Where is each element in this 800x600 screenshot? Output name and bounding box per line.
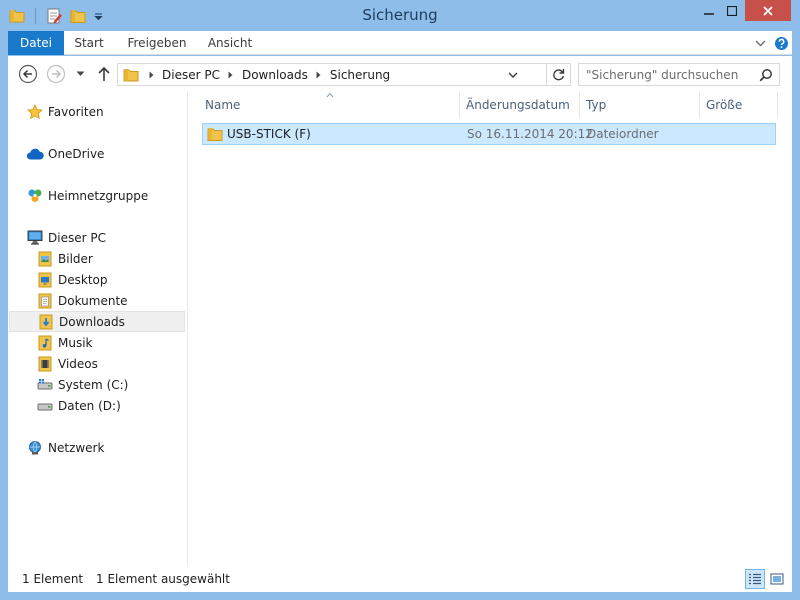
maximize-button[interactable]: [719, 0, 745, 21]
nav-label: Videos: [58, 356, 98, 371]
status-item-count: 1 Element: [22, 572, 84, 586]
column-header-size[interactable]: Größe: [706, 92, 766, 118]
chevron-down-icon[interactable]: [504, 65, 522, 84]
documents-folder-icon: [36, 292, 54, 310]
nav-label: Favoriten: [48, 104, 104, 119]
tab-start[interactable]: Start: [68, 31, 110, 55]
homegroup-icon: [26, 187, 44, 205]
nav-label: OneDrive: [48, 146, 105, 161]
nav-item-dokumente[interactable]: Dokumente: [9, 290, 185, 311]
videos-folder-icon: [36, 355, 54, 373]
drive-icon: [36, 397, 54, 415]
window-title: Sicherung: [362, 6, 438, 24]
column-separator[interactable]: [459, 92, 460, 118]
nav-label: Musik: [58, 335, 93, 350]
breadcrumb-sicherung[interactable]: Sicherung: [326, 68, 394, 82]
navigation-pane: Favoriten OneDrive Heimnetzgruppe Dieser…: [8, 92, 188, 566]
nav-item-heimnetzgruppe[interactable]: Heimnetzgruppe: [9, 185, 185, 206]
column-separator[interactable]: [579, 92, 580, 118]
address-row: Dieser PC Downloads Sicherung: [8, 56, 792, 92]
help-icon[interactable]: [772, 34, 790, 52]
nav-item-favoriten[interactable]: Favoriten: [9, 101, 185, 122]
search-icon[interactable]: [755, 64, 777, 85]
recent-locations-icon[interactable]: [74, 64, 86, 84]
nav-item-bilder[interactable]: Bilder: [9, 248, 185, 269]
main-area: Favoriten OneDrive Heimnetzgruppe Dieser…: [8, 92, 792, 566]
nav-item-netzwerk[interactable]: Netzwerk: [9, 437, 185, 458]
computer-icon: [26, 229, 44, 247]
column-separator[interactable]: [699, 92, 700, 118]
music-folder-icon: [36, 334, 54, 352]
close-button[interactable]: [745, 0, 791, 21]
status-bar: 1 Element 1 Element ausgewählt: [8, 566, 792, 592]
details-view-icon: [749, 573, 761, 585]
network-icon: [26, 439, 44, 457]
star-icon: [26, 103, 44, 121]
ribbon-tab-bar: Datei Start Freigeben Ansicht: [8, 31, 792, 55]
title-bar[interactable]: Sicherung: [0, 0, 800, 31]
refresh-button[interactable]: [547, 63, 571, 86]
downloads-folder-icon: [37, 313, 55, 331]
column-separator[interactable]: [777, 92, 778, 118]
nav-item-dieser-pc[interactable]: Dieser PC: [9, 227, 185, 248]
nav-label: Downloads: [59, 314, 125, 329]
nav-label: Dokumente: [58, 293, 128, 308]
tab-freigeben[interactable]: Freigeben: [120, 31, 194, 55]
tab-datei[interactable]: Datei: [8, 31, 64, 55]
back-button[interactable]: [18, 64, 38, 84]
chevron-right-icon[interactable]: [224, 71, 238, 79]
file-type: Dateiordner: [587, 127, 659, 141]
explorer-window: Sicherung Datei Start Freigeben Ansicht: [0, 0, 800, 600]
search-input[interactable]: [579, 67, 755, 82]
details-view-button[interactable]: [745, 569, 765, 589]
folder-icon: [207, 128, 223, 141]
file-date: So 16.11.2014 20:12: [467, 127, 593, 141]
nav-label: Netzwerk: [48, 440, 105, 455]
file-name: USB-STICK (F): [227, 127, 311, 141]
table-row[interactable]: USB-STICK (F) So 16.11.2014 20:12 Dateio…: [202, 123, 776, 145]
file-list: Name Änderungsdatum Typ Größe USB-STICK …: [188, 92, 792, 566]
nav-label: Dieser PC: [48, 230, 106, 245]
breadcrumb-downloads[interactable]: Downloads: [238, 68, 312, 82]
nav-item-daten-d[interactable]: Daten (D:): [9, 395, 185, 416]
nav-label: System (C:): [58, 377, 129, 392]
desktop-folder-icon: [36, 271, 54, 289]
nav-item-desktop[interactable]: Desktop: [9, 269, 185, 290]
nav-label: Daten (D:): [58, 398, 121, 413]
column-header-name[interactable]: Name: [205, 92, 455, 118]
column-header-type[interactable]: Typ: [586, 92, 696, 118]
large-icons-view-icon: [770, 573, 784, 585]
status-selected-count: 1 Element ausgewählt: [96, 572, 230, 586]
breadcrumb-dieser-pc[interactable]: Dieser PC: [158, 68, 224, 82]
chevron-down-icon[interactable]: [752, 34, 768, 52]
nav-item-system-c[interactable]: System (C:): [9, 374, 185, 395]
tab-ansicht[interactable]: Ansicht: [202, 31, 258, 55]
search-box[interactable]: [578, 63, 780, 86]
nav-item-musik[interactable]: Musik: [9, 332, 185, 353]
chevron-right-icon[interactable]: [144, 71, 158, 79]
drive-icon: [36, 376, 54, 394]
pictures-folder-icon: [36, 250, 54, 268]
large-icons-view-button[interactable]: [767, 569, 787, 589]
forward-button[interactable]: [46, 64, 66, 84]
nav-item-onedrive[interactable]: OneDrive: [9, 143, 185, 164]
column-header-date[interactable]: Änderungsdatum: [466, 92, 576, 118]
nav-label: Bilder: [58, 251, 93, 266]
chevron-right-icon[interactable]: [312, 71, 326, 79]
nav-item-videos[interactable]: Videos: [9, 353, 185, 374]
nav-label: Heimnetzgruppe: [48, 188, 149, 203]
nav-label: Desktop: [58, 272, 108, 287]
cloud-icon: [26, 145, 44, 163]
nav-item-downloads[interactable]: Downloads: [9, 311, 185, 332]
up-arrow-icon[interactable]: [94, 64, 114, 84]
folder-icon: [118, 64, 144, 85]
address-bar[interactable]: Dieser PC Downloads Sicherung: [117, 63, 547, 86]
